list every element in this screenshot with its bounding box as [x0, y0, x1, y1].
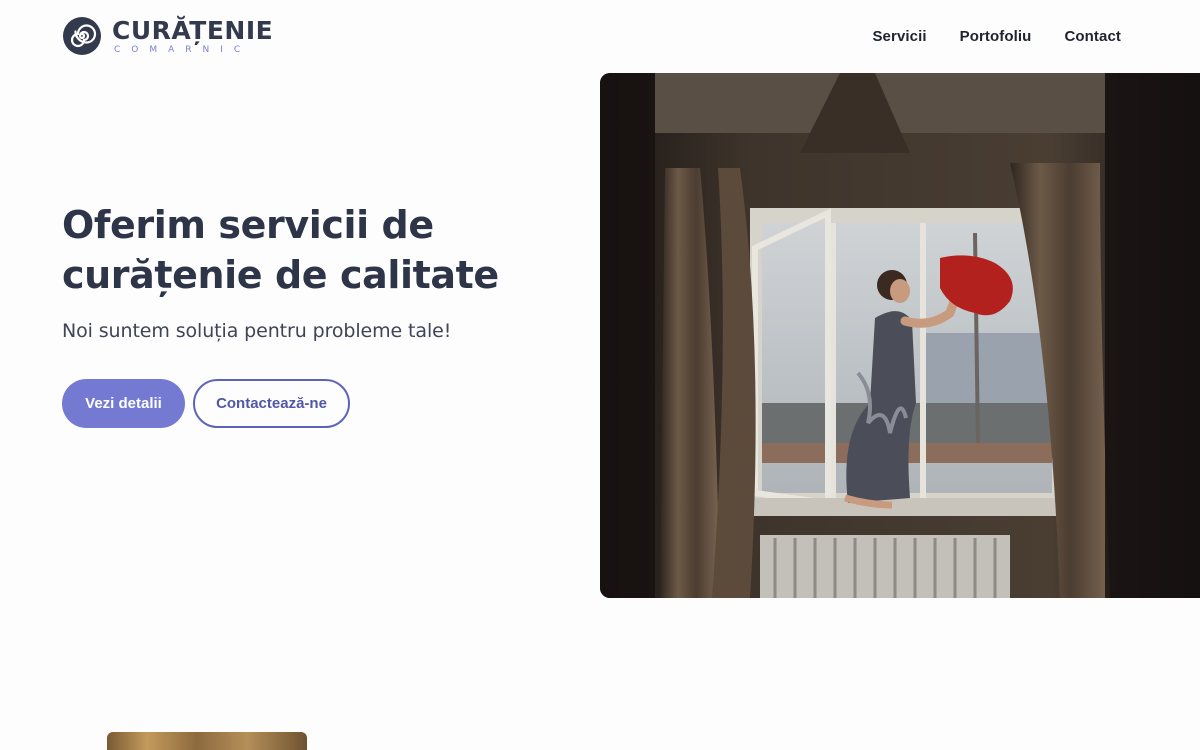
site-header: CURĂȚENIE COMARNIC Servicii Portofoliu C…	[0, 0, 1200, 74]
details-button[interactable]: Vezi detalii	[62, 379, 185, 428]
spiral-logo-icon	[63, 17, 101, 55]
hero-title: Oferim servicii de curățenie de calitate	[62, 203, 499, 297]
nav-item-portofoliu[interactable]: Portofoliu	[960, 28, 1032, 45]
contact-button[interactable]: Contactează-ne	[193, 379, 350, 428]
brand-logo[interactable]: CURĂȚENIE COMARNIC	[62, 16, 273, 56]
nav-item-servicii[interactable]: Servicii	[872, 28, 926, 45]
hero-image	[600, 73, 1200, 598]
hero-subtitle: Noi suntem soluția pentru probleme tale!	[62, 320, 452, 342]
brand-name: CURĂȚENIE	[112, 15, 274, 45]
brand-text: CURĂȚENIE COMARNIC	[112, 15, 274, 55]
nav-item-contact[interactable]: Contact	[1064, 28, 1121, 45]
section-image-preview	[107, 732, 307, 750]
brand-tagline: COMARNIC	[114, 44, 252, 55]
main-nav: Servicii Portofoliu Contact	[872, 28, 1121, 45]
woman-cleaning-window-photo	[600, 73, 1200, 598]
